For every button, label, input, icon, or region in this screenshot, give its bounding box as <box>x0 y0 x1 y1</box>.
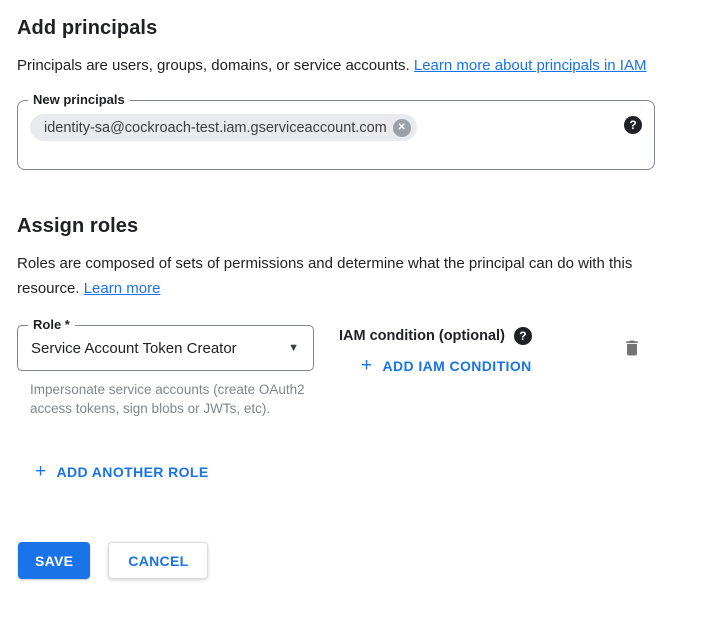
new-principals-label: New principals <box>28 92 130 107</box>
assign-roles-description: Roles are composed of sets of permission… <box>17 251 647 301</box>
plus-icon: + <box>361 359 373 373</box>
learn-more-principals-link[interactable]: Learn more about principals in IAM <box>414 57 647 74</box>
role-helper-text: Impersonate service accounts (create OAu… <box>17 380 307 418</box>
role-selected-value: Service Account Token Creator <box>31 340 237 357</box>
add-iam-condition-label: ADD IAM CONDITION <box>383 358 532 374</box>
plus-icon: + <box>35 465 47 479</box>
principal-chip-value: identity-sa@cockroach-test.iam.gservicea… <box>44 120 387 136</box>
add-another-role-button[interactable]: + ADD ANOTHER ROLE <box>27 458 217 486</box>
page-title: Add principals <box>17 16 696 40</box>
chevron-down-icon: ▼ <box>288 342 299 354</box>
delete-role-button[interactable] <box>620 335 644 364</box>
cancel-button[interactable]: CANCEL <box>108 542 208 579</box>
dialog-actions: SAVE CANCEL <box>17 542 696 579</box>
learn-more-roles-link[interactable]: Learn more <box>84 280 161 297</box>
add-principals-panel: Add principals Principals are users, gro… <box>0 0 713 579</box>
iam-condition-header: IAM condition (optional) ? <box>339 327 540 345</box>
principals-help-icon[interactable]: ? <box>624 116 642 134</box>
chip-remove-icon[interactable]: ✕ <box>393 119 411 137</box>
assign-roles-title: Assign roles <box>17 214 696 238</box>
iam-condition-label: IAM condition (optional) <box>339 328 505 344</box>
principal-chip[interactable]: identity-sa@cockroach-test.iam.gservicea… <box>30 114 417 141</box>
trash-icon <box>622 347 642 362</box>
new-principals-input[interactable]: New principals identity-sa@cockroach-tes… <box>17 100 655 170</box>
role-binding-row: Role * Service Account Token Creator ▼ I… <box>17 325 696 418</box>
role-label: Role * <box>28 317 75 332</box>
principals-description-text: Principals are users, groups, domains, o… <box>17 57 410 74</box>
principals-description: Principals are users, groups, domains, o… <box>17 53 647 78</box>
role-column: Role * Service Account Token Creator ▼ I… <box>17 325 314 418</box>
add-another-role-label: ADD ANOTHER ROLE <box>57 464 209 480</box>
add-iam-condition-button[interactable]: + ADD IAM CONDITION <box>353 352 540 380</box>
save-button[interactable]: SAVE <box>18 542 90 579</box>
iam-condition-help-icon[interactable]: ? <box>514 327 532 345</box>
iam-condition-column: IAM condition (optional) ? + ADD IAM CON… <box>339 325 540 380</box>
role-select[interactable]: Role * Service Account Token Creator ▼ <box>17 325 314 371</box>
